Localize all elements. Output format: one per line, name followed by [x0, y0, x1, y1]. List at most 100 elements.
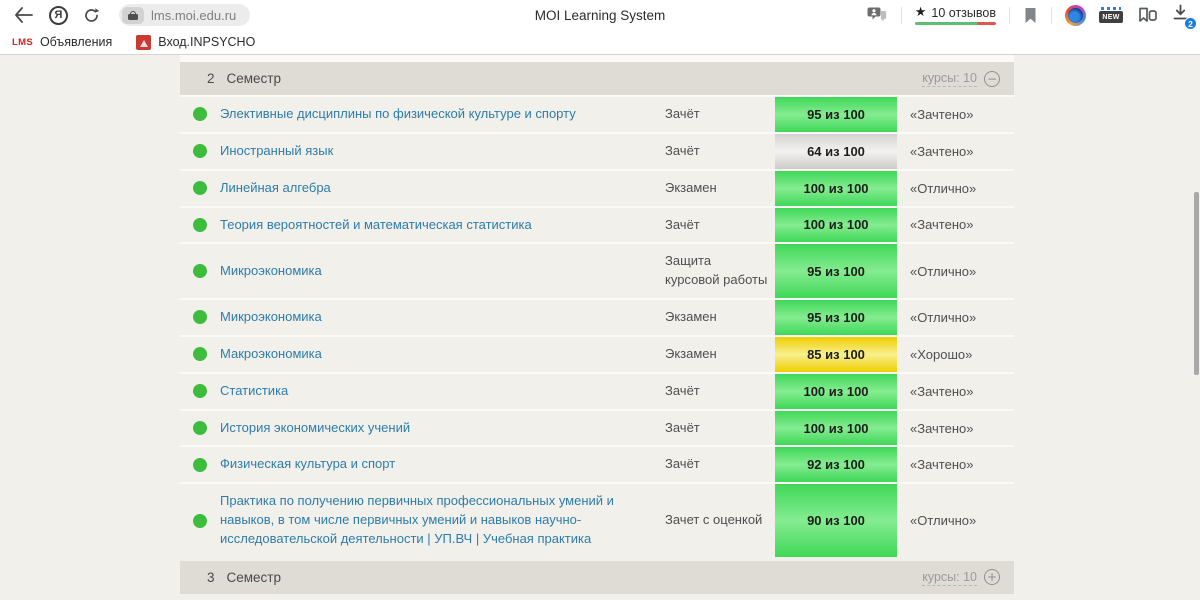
back-button[interactable] — [14, 7, 34, 23]
refresh-button[interactable] — [83, 7, 100, 24]
course-name-cell: Теория вероятностей и математическая ста… — [220, 208, 665, 243]
back-arrow-icon — [15, 7, 33, 23]
bookmark-label: Объявления — [39, 35, 113, 49]
site-reviews-button[interactable]: ★ 10 отзывов — [914, 5, 996, 25]
course-name-cell: Макроэкономика — [220, 337, 665, 372]
collections-icon — [1139, 7, 1157, 22]
control-type-cell: Экзамен — [665, 309, 717, 325]
course-link[interactable]: Физическая культура и спорт — [220, 455, 395, 474]
status-dot-icon — [193, 421, 207, 436]
collections-button[interactable] — [1136, 6, 1158, 24]
status-dot-icon — [193, 144, 207, 159]
status-dot-icon — [193, 264, 207, 279]
course-link[interactable]: История экономических учений — [220, 419, 410, 438]
control-type-cell: Зачёт — [665, 456, 700, 472]
control-type-cell: Экзамен — [665, 179, 717, 195]
course-row: Элективные дисциплины по физической куль… — [180, 95, 1014, 132]
score-badge: 90 из 100 — [775, 484, 897, 557]
control-type-cell: Зачёт — [665, 419, 700, 435]
bookmark-flag-icon — [1025, 7, 1036, 23]
course-row: Иностранный язык Зачёт 64 из 100 «Зачтен… — [180, 131, 1014, 169]
course-name-cell: Микроэкономика — [220, 300, 665, 335]
semester-2-header[interactable]: 2 Семестр курсы: 10 − — [180, 62, 1014, 95]
score-badge: 92 из 100 — [775, 447, 897, 483]
collapse-semester-icon[interactable]: − — [984, 70, 1000, 87]
bookmark-item-inpsycho-login[interactable]: Вход.INPSYCHO — [136, 34, 255, 50]
refresh-icon — [85, 7, 100, 22]
course-status-cell — [180, 337, 220, 372]
grade-cell: «Зачтено» — [910, 143, 974, 159]
course-link[interactable]: Микроэкономика — [220, 262, 322, 281]
course-link[interactable]: Элективные дисциплины по физической куль… — [220, 105, 576, 124]
grade-cell: «Отлично» — [910, 513, 977, 529]
courses-count-link[interactable]: курсы: 10 — [922, 70, 977, 88]
reviews-label: 10 отзывов — [931, 5, 996, 20]
course-link[interactable]: Теория вероятностей и математическая ста… — [220, 216, 532, 235]
course-status-cell — [180, 244, 220, 298]
course-status-cell — [180, 411, 220, 446]
course-row: Физическая культура и спорт Зачёт 92 из … — [180, 445, 1014, 483]
bookmark-item-announcements[interactable]: LMS Объявления — [12, 35, 112, 49]
course-link[interactable]: Статистика — [220, 382, 288, 401]
whats-new-button[interactable]: NEW — [1099, 7, 1123, 23]
status-dot-icon — [193, 457, 207, 472]
course-link[interactable]: Иностранный язык — [220, 142, 333, 161]
score-badge: 95 из 100 — [775, 97, 897, 132]
control-type-cell: Экзамен — [665, 345, 717, 361]
downloads-button[interactable]: 2 — [1171, 3, 1197, 30]
toolbar-divider — [900, 6, 902, 24]
control-type-cell: Зачёт — [665, 106, 700, 121]
site-security-chip[interactable] — [122, 6, 144, 24]
score-badge: 85 из 100 — [775, 336, 897, 372]
course-name-cell: Элективные дисциплины по физической куль… — [220, 97, 665, 132]
status-dot-icon — [193, 107, 207, 122]
url-text: lms.moi.edu.ru — [151, 7, 237, 23]
bookmark-page-button[interactable] — [1023, 7, 1038, 24]
semester-3-header[interactable]: 3 Семестр курсы: 10 + — [180, 560, 1014, 594]
grade-cell: «Зачтено» — [910, 106, 974, 122]
downloads-count-badge: 2 — [1184, 17, 1197, 30]
status-dot-icon — [193, 384, 207, 399]
grades-content: 2 Семестр курсы: 10 − Элективные дисципл… — [180, 55, 1014, 594]
lms-favicon: LMS — [12, 36, 33, 48]
course-link[interactable]: Макроэкономика — [220, 345, 322, 364]
course-name-cell: Практика по получению первичных професси… — [220, 484, 665, 557]
browser-profile-avatar[interactable] — [1065, 4, 1086, 26]
course-status-cell — [180, 97, 220, 132]
course-link[interactable]: Линейная алгебра — [220, 179, 331, 198]
feedback-chat-button[interactable] — [867, 6, 888, 24]
course-link[interactable]: Микроэкономика — [220, 308, 322, 327]
reviews-rating-bar — [914, 22, 996, 25]
grade-cell: «Зачтено» — [910, 383, 974, 399]
course-name-cell: Иностранный язык — [220, 134, 665, 169]
course-status-cell — [180, 447, 220, 482]
course-name-cell: Физическая культура и спорт — [220, 447, 665, 482]
status-dot-icon — [193, 347, 207, 362]
chat-bubble-icon — [867, 7, 886, 22]
score-badge: 100 из 100 — [775, 207, 897, 243]
course-row: История экономических учений Зачёт 100 и… — [180, 408, 1014, 446]
control-type-cell: Зачет с оценкой — [665, 512, 763, 528]
score-badge: 100 из 100 — [775, 410, 897, 446]
vertical-scrollbar-thumb[interactable] — [1194, 192, 1199, 375]
semester-number: 3 — [207, 569, 215, 585]
lock-icon — [128, 10, 138, 20]
grade-cell: «Зачтено» — [910, 457, 974, 473]
course-name-cell: История экономических учений — [220, 411, 665, 446]
address-bar[interactable]: lms.moi.edu.ru — [119, 4, 251, 26]
expand-semester-icon[interactable]: + — [984, 569, 1000, 586]
course-status-cell — [180, 171, 220, 206]
course-link[interactable]: Практика по получению первичных професси… — [220, 492, 639, 549]
score-badge: 95 из 100 — [775, 244, 897, 299]
course-row: Статистика Зачёт 100 из 100 «Зачтено» — [180, 371, 1014, 409]
status-dot-icon — [193, 310, 207, 325]
course-row: Линейная алгебра Экзамен 100 из 100 «Отл… — [180, 168, 1014, 206]
courses-count-link[interactable]: курсы: 10 — [922, 569, 977, 586]
grade-cell: «Зачтено» — [910, 420, 974, 436]
semester-number: 2 — [207, 71, 215, 86]
course-rows: Элективные дисциплины по физической куль… — [180, 95, 1014, 557]
row-separator — [180, 55, 1014, 62]
course-status-cell — [180, 300, 220, 335]
control-type-cell: Зачёт — [665, 382, 700, 398]
yandex-browser-icon[interactable]: Я — [49, 5, 68, 25]
